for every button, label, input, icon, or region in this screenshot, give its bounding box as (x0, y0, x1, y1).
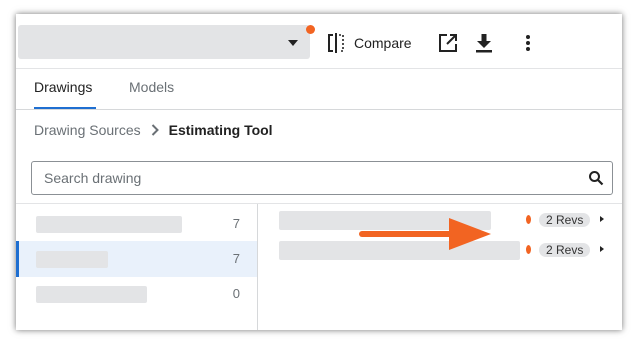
tab-bar: Drawings Models (16, 68, 622, 110)
drawing-select[interactable] (18, 25, 310, 59)
open-external-button[interactable] (437, 32, 459, 54)
source-count: 7 (232, 251, 240, 266)
source-name (36, 216, 182, 233)
tab-drawings[interactable]: Drawings (34, 69, 96, 109)
tab-models[interactable]: Models (129, 69, 181, 109)
revisions-badge[interactable]: 2 Revs (539, 243, 591, 257)
annotation-arrow (359, 218, 491, 250)
search-field (31, 161, 613, 195)
breadcrumb-drawing-sources[interactable]: Drawing Sources (34, 122, 141, 138)
source-count: 0 (232, 286, 240, 301)
drawing-browser-panel: Compare Drawings Models Drawing Sources … (16, 14, 622, 330)
revisions-badge[interactable]: 2 Revs (539, 213, 591, 227)
notification-dot (306, 25, 315, 34)
expand-arrow-icon[interactable] (600, 246, 604, 252)
source-name (36, 286, 147, 303)
more-vertical-icon (526, 35, 530, 51)
open-external-icon (439, 34, 457, 52)
source-row[interactable]: 0 (16, 276, 257, 312)
source-row[interactable]: 7 (16, 206, 257, 242)
expand-arrow-icon[interactable] (600, 216, 604, 222)
unread-dot (526, 215, 531, 224)
chevron-right-icon (151, 124, 159, 136)
compare-label: Compare (354, 35, 412, 51)
search-icon[interactable] (588, 170, 604, 186)
chevron-down-icon (288, 40, 298, 46)
toolbar: Compare (16, 14, 622, 68)
source-row-selected[interactable]: 7 (16, 241, 257, 277)
breadcrumb: Drawing Sources Estimating Tool (34, 121, 273, 139)
drawing-source-list: 7 7 0 (16, 204, 258, 330)
unread-dot (526, 245, 531, 254)
breadcrumb-current: Estimating Tool (168, 122, 273, 138)
content-area: 7 7 0 2 Revs 2 Revs (16, 203, 622, 330)
source-count: 7 (232, 216, 240, 231)
compare-button[interactable]: Compare (326, 32, 412, 54)
split-compare-icon (328, 33, 344, 53)
more-options-button[interactable] (517, 32, 539, 54)
source-name (36, 251, 108, 268)
download-icon (476, 34, 492, 53)
download-button[interactable] (473, 32, 495, 54)
search-input[interactable] (42, 162, 566, 194)
